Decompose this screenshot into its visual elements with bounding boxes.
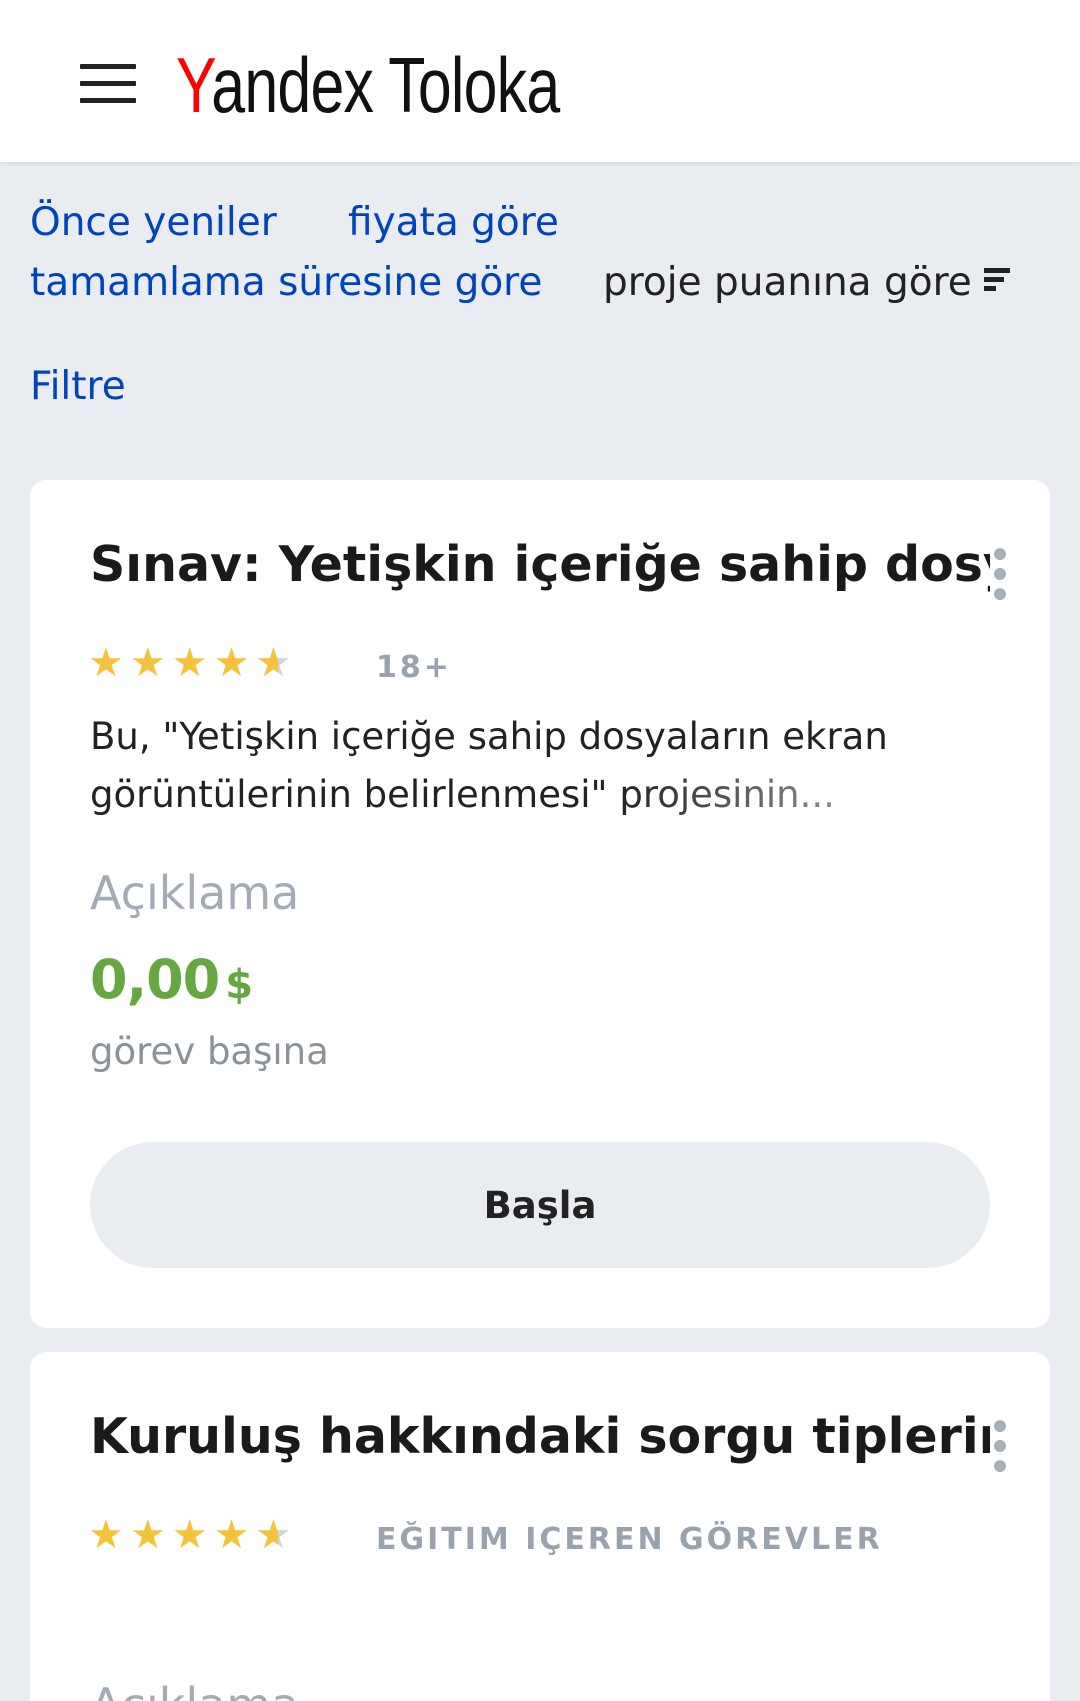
description-line-2: görüntülerinin belirlenmesi" projesinin.… [90,766,970,824]
task-title: Kuruluş hakkındaki sorgu tiplerini.. [90,1408,990,1465]
task-card[interactable]: Kuruluş hakkındaki sorgu tiplerini.. ★★★… [30,1352,1050,1701]
app-header: Yandex Toloka [0,0,1080,162]
task-description: Bu, "Yetişkin içeriğe sahip dosyaların e… [90,708,970,824]
description-link[interactable]: Açıklama [90,866,299,920]
half-star-icon: ★ [255,640,297,686]
sort-project-rating-label: proje puanına göre [603,260,972,305]
half-star-icon: ★ [255,1512,297,1558]
filter-link[interactable]: Filtre [30,364,126,409]
rating-stars: ★★★★★ [88,640,297,686]
task-card[interactable]: Sınav: Yetişkin içeriğe sahip dosy... ★★… [30,480,1050,1328]
price-value: 0,00 [90,948,220,1011]
more-options-icon[interactable] [994,1420,1008,1480]
more-options-icon[interactable] [994,548,1008,608]
yandex-toloka-logo: Yandex Toloka [176,41,560,129]
task-price: 0,00 $ [90,948,253,1011]
hamburger-menu-icon[interactable] [80,64,136,104]
description-link[interactable]: Açıklama [90,1678,299,1701]
description-line-1: Bu, "Yetişkin içeriğe sahip dosyaların e… [90,715,888,758]
sort-completion-time-link[interactable]: tamamlama süresine göre [30,260,542,305]
training-badge: EĞITIM IÇEREN GÖREVLER [376,1522,883,1557]
sort-project-rating-link[interactable]: proje puanına göre [603,260,1010,305]
sort-price-link[interactable]: fiyata göre [348,200,559,245]
age-badge: 18+ [376,650,452,685]
currency-symbol: $ [225,962,253,1008]
rating-stars: ★★★★★ [88,1512,297,1558]
start-button[interactable]: Başla [90,1142,990,1268]
task-title: Sınav: Yetişkin içeriğe sahip dosy... [90,536,990,593]
price-unit: görev başına [90,1030,329,1073]
sort-descending-icon [983,268,1010,295]
sort-newest-link[interactable]: Önce yeniler [30,200,277,245]
